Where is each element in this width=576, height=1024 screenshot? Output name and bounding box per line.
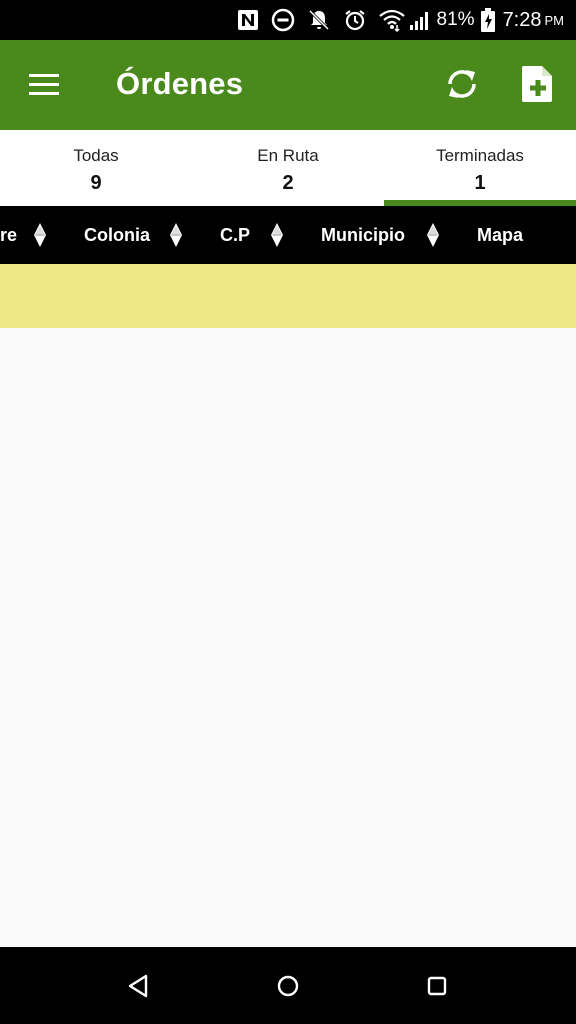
refresh-icon[interactable]: [442, 64, 482, 104]
new-document-icon[interactable]: [520, 64, 556, 104]
battery-charging-icon: [480, 7, 495, 33]
tab-en-ruta[interactable]: En Ruta 2: [192, 130, 384, 206]
alarm-icon: [343, 7, 367, 33]
back-icon[interactable]: [124, 971, 154, 1001]
table-body-empty-area: [0, 328, 576, 947]
column-header-mapa[interactable]: Mapa: [477, 206, 523, 264]
battery-percent: 81%: [436, 9, 475, 30]
tab-label: En Ruta: [257, 146, 319, 165]
table-header: re Colonia C.P Municipio Mapa: [0, 206, 576, 264]
column-header-cp[interactable]: C.P: [220, 206, 250, 264]
tab-label: Todas: [73, 146, 119, 165]
sort-icon[interactable]: [270, 223, 284, 247]
column-header-colonia[interactable]: Colonia: [84, 206, 150, 264]
app-bar: Órdenes: [0, 40, 576, 130]
navigation-bar: [0, 947, 576, 1024]
sort-icon[interactable]: [33, 223, 47, 247]
clock-time: 7:28: [502, 8, 542, 31]
page-title: Órdenes: [116, 66, 244, 101]
tab-count: 1: [474, 172, 486, 194]
sort-icon[interactable]: [426, 223, 440, 247]
nfc-icon: [237, 7, 259, 33]
recents-icon[interactable]: [422, 971, 452, 1001]
column-header-nombre[interactable]: re: [0, 206, 17, 264]
table-row[interactable]: [0, 264, 576, 328]
home-icon[interactable]: [273, 971, 303, 1001]
order-tabs: Todas 9 En Ruta 2 Terminadas 1: [0, 130, 576, 206]
tab-todas[interactable]: Todas 9: [0, 130, 192, 206]
clock-ampm: PM: [544, 12, 565, 28]
do-not-disturb-icon: [271, 7, 295, 33]
status-bar: 81% 7:28 PM: [0, 0, 576, 40]
tab-label: Terminadas: [436, 146, 524, 165]
column-header-municipio[interactable]: Municipio: [321, 206, 405, 264]
sort-icon[interactable]: [169, 223, 183, 247]
notifications-off-icon: [307, 7, 331, 33]
tab-count: 9: [90, 172, 102, 194]
menu-icon[interactable]: [26, 68, 64, 102]
tab-count: 2: [282, 172, 294, 194]
tab-terminadas[interactable]: Terminadas 1: [384, 130, 576, 206]
wifi-icon: [378, 7, 405, 33]
signal-icon: [409, 7, 431, 33]
